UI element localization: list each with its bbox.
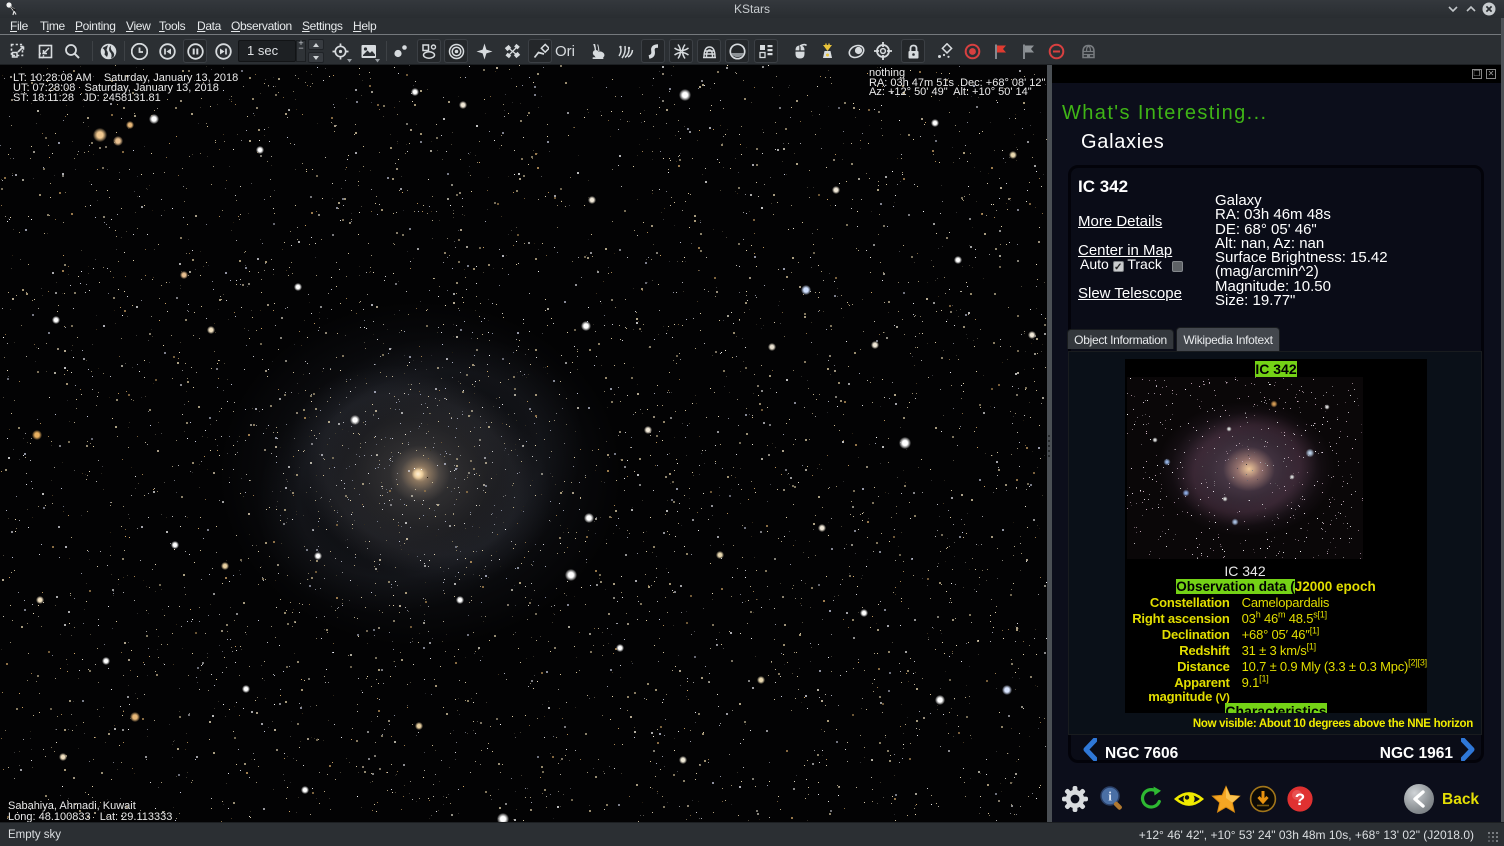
svg-text:?: ? <box>1295 790 1305 809</box>
svg-text:i: i <box>1108 789 1112 804</box>
